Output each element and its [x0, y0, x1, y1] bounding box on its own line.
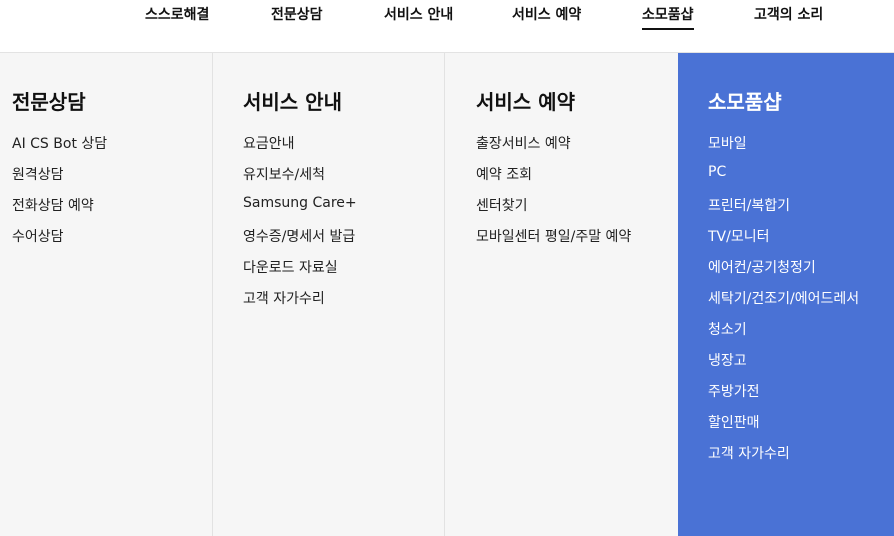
nav-item-self-help[interactable]: 스스로해결	[145, 4, 209, 28]
menu-link[interactable]: 수어상담	[12, 226, 107, 257]
menu-link[interactable]: PC	[708, 164, 859, 195]
panel-title[interactable]: 소모품샵	[708, 86, 782, 115]
nav-item-service-booking[interactable]: 서비스 예약	[512, 4, 581, 28]
nav-item-service-guide[interactable]: 서비스 안내	[384, 4, 453, 28]
menu-link[interactable]: 고객 자가수리	[708, 443, 859, 474]
menu-panel-supplies-shop: 소모품샵 모바일 PC 프린터/복합기 TV/모니터 에어컨/공기청정기 세탁기…	[678, 53, 894, 536]
top-navigation: 스스로해결 전문상담 서비스 안내 서비스 예약 소모품샵 고객의 소리	[0, 0, 894, 53]
menu-link[interactable]: 전화상담 예약	[12, 195, 107, 226]
menu-link[interactable]: 냉장고	[708, 350, 859, 381]
menu-link[interactable]: TV/모니터	[708, 226, 859, 257]
nav-item-expert-consult[interactable]: 전문상담	[271, 4, 323, 28]
menu-link[interactable]: 모바일	[708, 133, 859, 164]
menu-panel-service-guide: 서비스 안내 요금안내 유지보수/세척 Samsung Care+ 영수증/명세…	[213, 53, 445, 536]
panel-link-list: AI CS Bot 상담 원격상담 전화상담 예약 수어상담	[12, 133, 107, 257]
menu-link[interactable]: 요금안내	[243, 133, 357, 164]
menu-link[interactable]: 모바일센터 평일/주말 예약	[476, 226, 631, 257]
menu-link[interactable]: 예약 조회	[476, 164, 631, 195]
panel-link-list: 모바일 PC 프린터/복합기 TV/모니터 에어컨/공기청정기 세탁기/건조기/…	[708, 133, 859, 474]
menu-link[interactable]: 청소기	[708, 319, 859, 350]
nav-item-customer-voice[interactable]: 고객의 소리	[754, 4, 823, 28]
menu-panel-service-booking: 서비스 예약 출장서비스 예약 예약 조회 센터찾기 모바일센터 평일/주말 예…	[445, 53, 678, 536]
menu-link[interactable]: 프린터/복합기	[708, 195, 859, 226]
menu-link[interactable]: 고객 자가수리	[243, 288, 357, 319]
menu-link[interactable]: Samsung Care+	[243, 195, 357, 226]
menu-link[interactable]: 세탁기/건조기/에어드레서	[708, 288, 859, 319]
menu-link[interactable]: 영수증/명세서 발급	[243, 226, 357, 257]
menu-link[interactable]: 원격상담	[12, 164, 107, 195]
panel-link-list: 출장서비스 예약 예약 조회 센터찾기 모바일센터 평일/주말 예약	[476, 133, 631, 257]
menu-link[interactable]: 다운로드 자료실	[243, 257, 357, 288]
menu-link[interactable]: 출장서비스 예약	[476, 133, 631, 164]
panel-title[interactable]: 서비스 안내	[243, 86, 342, 115]
panel-title[interactable]: 서비스 예약	[476, 86, 575, 115]
menu-panel-expert-consult: 전문상담 AI CS Bot 상담 원격상담 전화상담 예약 수어상담	[0, 53, 213, 536]
panel-link-list: 요금안내 유지보수/세척 Samsung Care+ 영수증/명세서 발급 다운…	[243, 133, 357, 319]
menu-link[interactable]: 센터찾기	[476, 195, 631, 226]
menu-link[interactable]: AI CS Bot 상담	[12, 133, 107, 164]
menu-link[interactable]: 주방가전	[708, 381, 859, 412]
nav-item-supplies-shop[interactable]: 소모품샵	[642, 4, 694, 30]
menu-link[interactable]: 유지보수/세척	[243, 164, 357, 195]
panel-title[interactable]: 전문상담	[12, 86, 86, 115]
menu-link[interactable]: 할인판매	[708, 412, 859, 443]
menu-link[interactable]: 에어컨/공기청정기	[708, 257, 859, 288]
